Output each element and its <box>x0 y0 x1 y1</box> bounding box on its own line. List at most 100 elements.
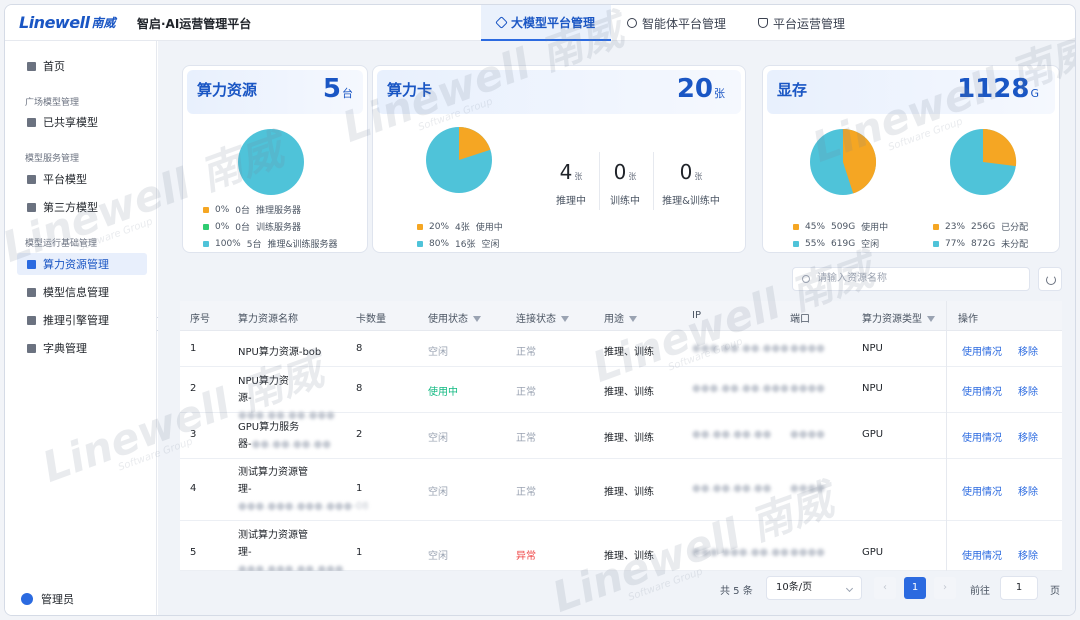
col-type[interactable]: 算力资源类型 <box>862 310 935 325</box>
cell-name: NPU算力资源-bob <box>238 347 322 358</box>
cell-purpose: 推理、训练 <box>604 347 654 358</box>
sidebar-item-shared-models[interactable]: 已共享模型 <box>17 111 147 133</box>
refresh-button[interactable] <box>1038 267 1062 291</box>
actions-column-divider <box>946 301 1062 571</box>
cell-type: NPU <box>862 383 883 394</box>
cell-conn-status: 正常 <box>516 347 536 358</box>
cell-name: GPU算力服务 器-●●.●●.●●.●● <box>238 419 338 453</box>
cell-cards: 8 <box>356 343 363 354</box>
col-ip: IP <box>692 310 701 321</box>
table-row: 1 NPU算力资源-bob 8 空闲 正常 推理、训练 ●●●.●●.●●.●●… <box>180 331 1062 367</box>
card-count: 20张 <box>677 74 725 104</box>
tab-llm-platform[interactable]: 大模型平台管理 <box>481 5 612 41</box>
divider <box>653 152 654 210</box>
sidebar-item-label: 已共享模型 <box>43 116 98 129</box>
legend-dot <box>203 223 209 230</box>
legend-amount: 509G <box>831 221 856 232</box>
next-page-button[interactable]: › <box>934 577 956 599</box>
cube-icon <box>27 174 36 184</box>
card-count: 1128G <box>957 74 1039 104</box>
server-icon <box>27 259 36 269</box>
legend-dot <box>793 240 799 247</box>
cell-use-status: 空闲 <box>428 551 448 562</box>
legend-amount: 256G <box>971 221 996 232</box>
table-row: 4 测试算力资源管 理- ●●●.●●●.●●●.●●●-08 1 空闲 正常 推理… <box>180 459 1062 521</box>
stat-unit: 张 <box>694 172 703 181</box>
user-menu[interactable]: 管理员 <box>21 591 74 607</box>
chevron-down-icon <box>845 584 854 593</box>
legend-pct: 100% <box>215 238 241 249</box>
col-use-status[interactable]: 使用状态 <box>428 310 481 325</box>
legend-item: 80% 16张 空闲 <box>417 237 499 250</box>
col-label: 连接状态 <box>516 314 556 325</box>
cube-icon <box>495 15 508 29</box>
name-masked: ●●.●●.●●.●● <box>251 439 331 450</box>
page-size-select[interactable]: 10条/页 <box>766 576 862 600</box>
sidebar-item-platform-models[interactable]: 平台模型 <box>17 168 147 190</box>
smile-icon <box>627 18 638 28</box>
legend-amount: 16张 <box>455 240 476 250</box>
stat-unit: 张 <box>628 172 637 181</box>
legend-dot <box>417 240 423 247</box>
filter-icon[interactable] <box>629 316 637 322</box>
stat-inference: 4张 推理中 <box>549 160 593 207</box>
cell-name: 测试算力资源管 理- ●●●.●●●.●●.●●● <box>238 527 344 571</box>
cell-use-status: 空闲 <box>428 433 448 444</box>
col-label: 用途 <box>604 314 624 325</box>
pagination-total: 共 5 条 <box>720 586 753 597</box>
page-button-current[interactable]: 1 <box>904 577 926 599</box>
tab-agent-platform[interactable]: 智能体平台管理 <box>611 5 742 41</box>
sidebar-item-label: 推理引擎管理 <box>43 314 109 327</box>
card-count: 5台 <box>323 74 353 104</box>
sidebar-item-inference-engine[interactable]: 推理引擎管理 <box>17 309 147 331</box>
col-purpose[interactable]: 用途 <box>604 310 637 325</box>
legend-pct: 23% <box>945 221 966 232</box>
logo-cn: 南威 <box>91 15 116 30</box>
legend-label: 空闲 <box>481 240 500 250</box>
cell-purpose: 推理、训练 <box>604 387 654 398</box>
tab-label: 大模型平台管理 <box>511 15 596 30</box>
pie-slice-allocated <box>983 128 1017 167</box>
cell-use-status: 使用中 <box>428 387 458 398</box>
legend-dot <box>933 223 939 230</box>
name-line: NPU算力资 <box>238 376 289 387</box>
tab-label: 智能体平台管理 <box>642 16 727 31</box>
sidebar-group-square: 广场模型管理 <box>25 98 80 108</box>
app-title: 智启·AI运营管理平台 <box>137 17 252 31</box>
sidebar-item-dictionary[interactable]: 字典管理 <box>17 337 147 359</box>
tab-operations[interactable]: 平台运营管理 <box>742 5 861 41</box>
legend-item: 23% 256G 已分配 <box>933 220 1028 233</box>
goto-page-input[interactable]: 1 <box>1000 576 1038 600</box>
stat-unit: 张 <box>574 172 583 181</box>
cell-type: GPU <box>862 547 884 558</box>
name-line: GPU算力服务 <box>238 422 300 433</box>
sidebar-item-home[interactable]: 首页 <box>17 55 147 77</box>
col-cards: 卡数量 <box>356 314 386 325</box>
filter-icon[interactable] <box>561 316 569 322</box>
page-size-value: 10条/页 <box>776 582 813 593</box>
filter-icon[interactable] <box>473 316 481 322</box>
cell-type: NPU <box>862 343 883 354</box>
sidebar-group-infra: 模型运行基础管理 <box>25 239 98 249</box>
filter-icon[interactable] <box>927 316 935 322</box>
goto-label: 前往 <box>970 586 990 597</box>
prev-page-button[interactable]: ‹ <box>874 577 896 599</box>
cell-purpose: 推理、训练 <box>604 433 654 444</box>
tab-label: 平台运营管理 <box>773 16 846 31</box>
cell-ip: ●●●.●●.●●.●●● <box>692 343 789 354</box>
legend-item: 77% 872G 未分配 <box>933 237 1028 250</box>
sidebar-item-third-party-models[interactable]: 第三方模型 <box>17 196 147 218</box>
sidebar-item-label: 模型信息管理 <box>43 286 109 299</box>
search-input[interactable]: 请输入资源名称 <box>792 267 1030 291</box>
cell-no: 1 <box>190 343 197 354</box>
sidebar-item-compute[interactable]: 算力资源管理 <box>17 253 147 275</box>
home-icon <box>27 61 36 71</box>
table-row: 3 GPU算力服务 器-●●.●●.●●.●● 2 空闲 正常 推理、训练 ●●.… <box>180 413 1062 459</box>
card-title: 显存 <box>777 81 808 99</box>
legend-pct: 0% <box>215 204 230 215</box>
legend-dot <box>933 240 939 247</box>
col-label: 使用状态 <box>428 314 468 325</box>
sidebar-item-model-info[interactable]: 模型信息管理 <box>17 281 147 303</box>
col-conn-status[interactable]: 连接状态 <box>516 310 569 325</box>
legend-dot <box>203 206 209 213</box>
